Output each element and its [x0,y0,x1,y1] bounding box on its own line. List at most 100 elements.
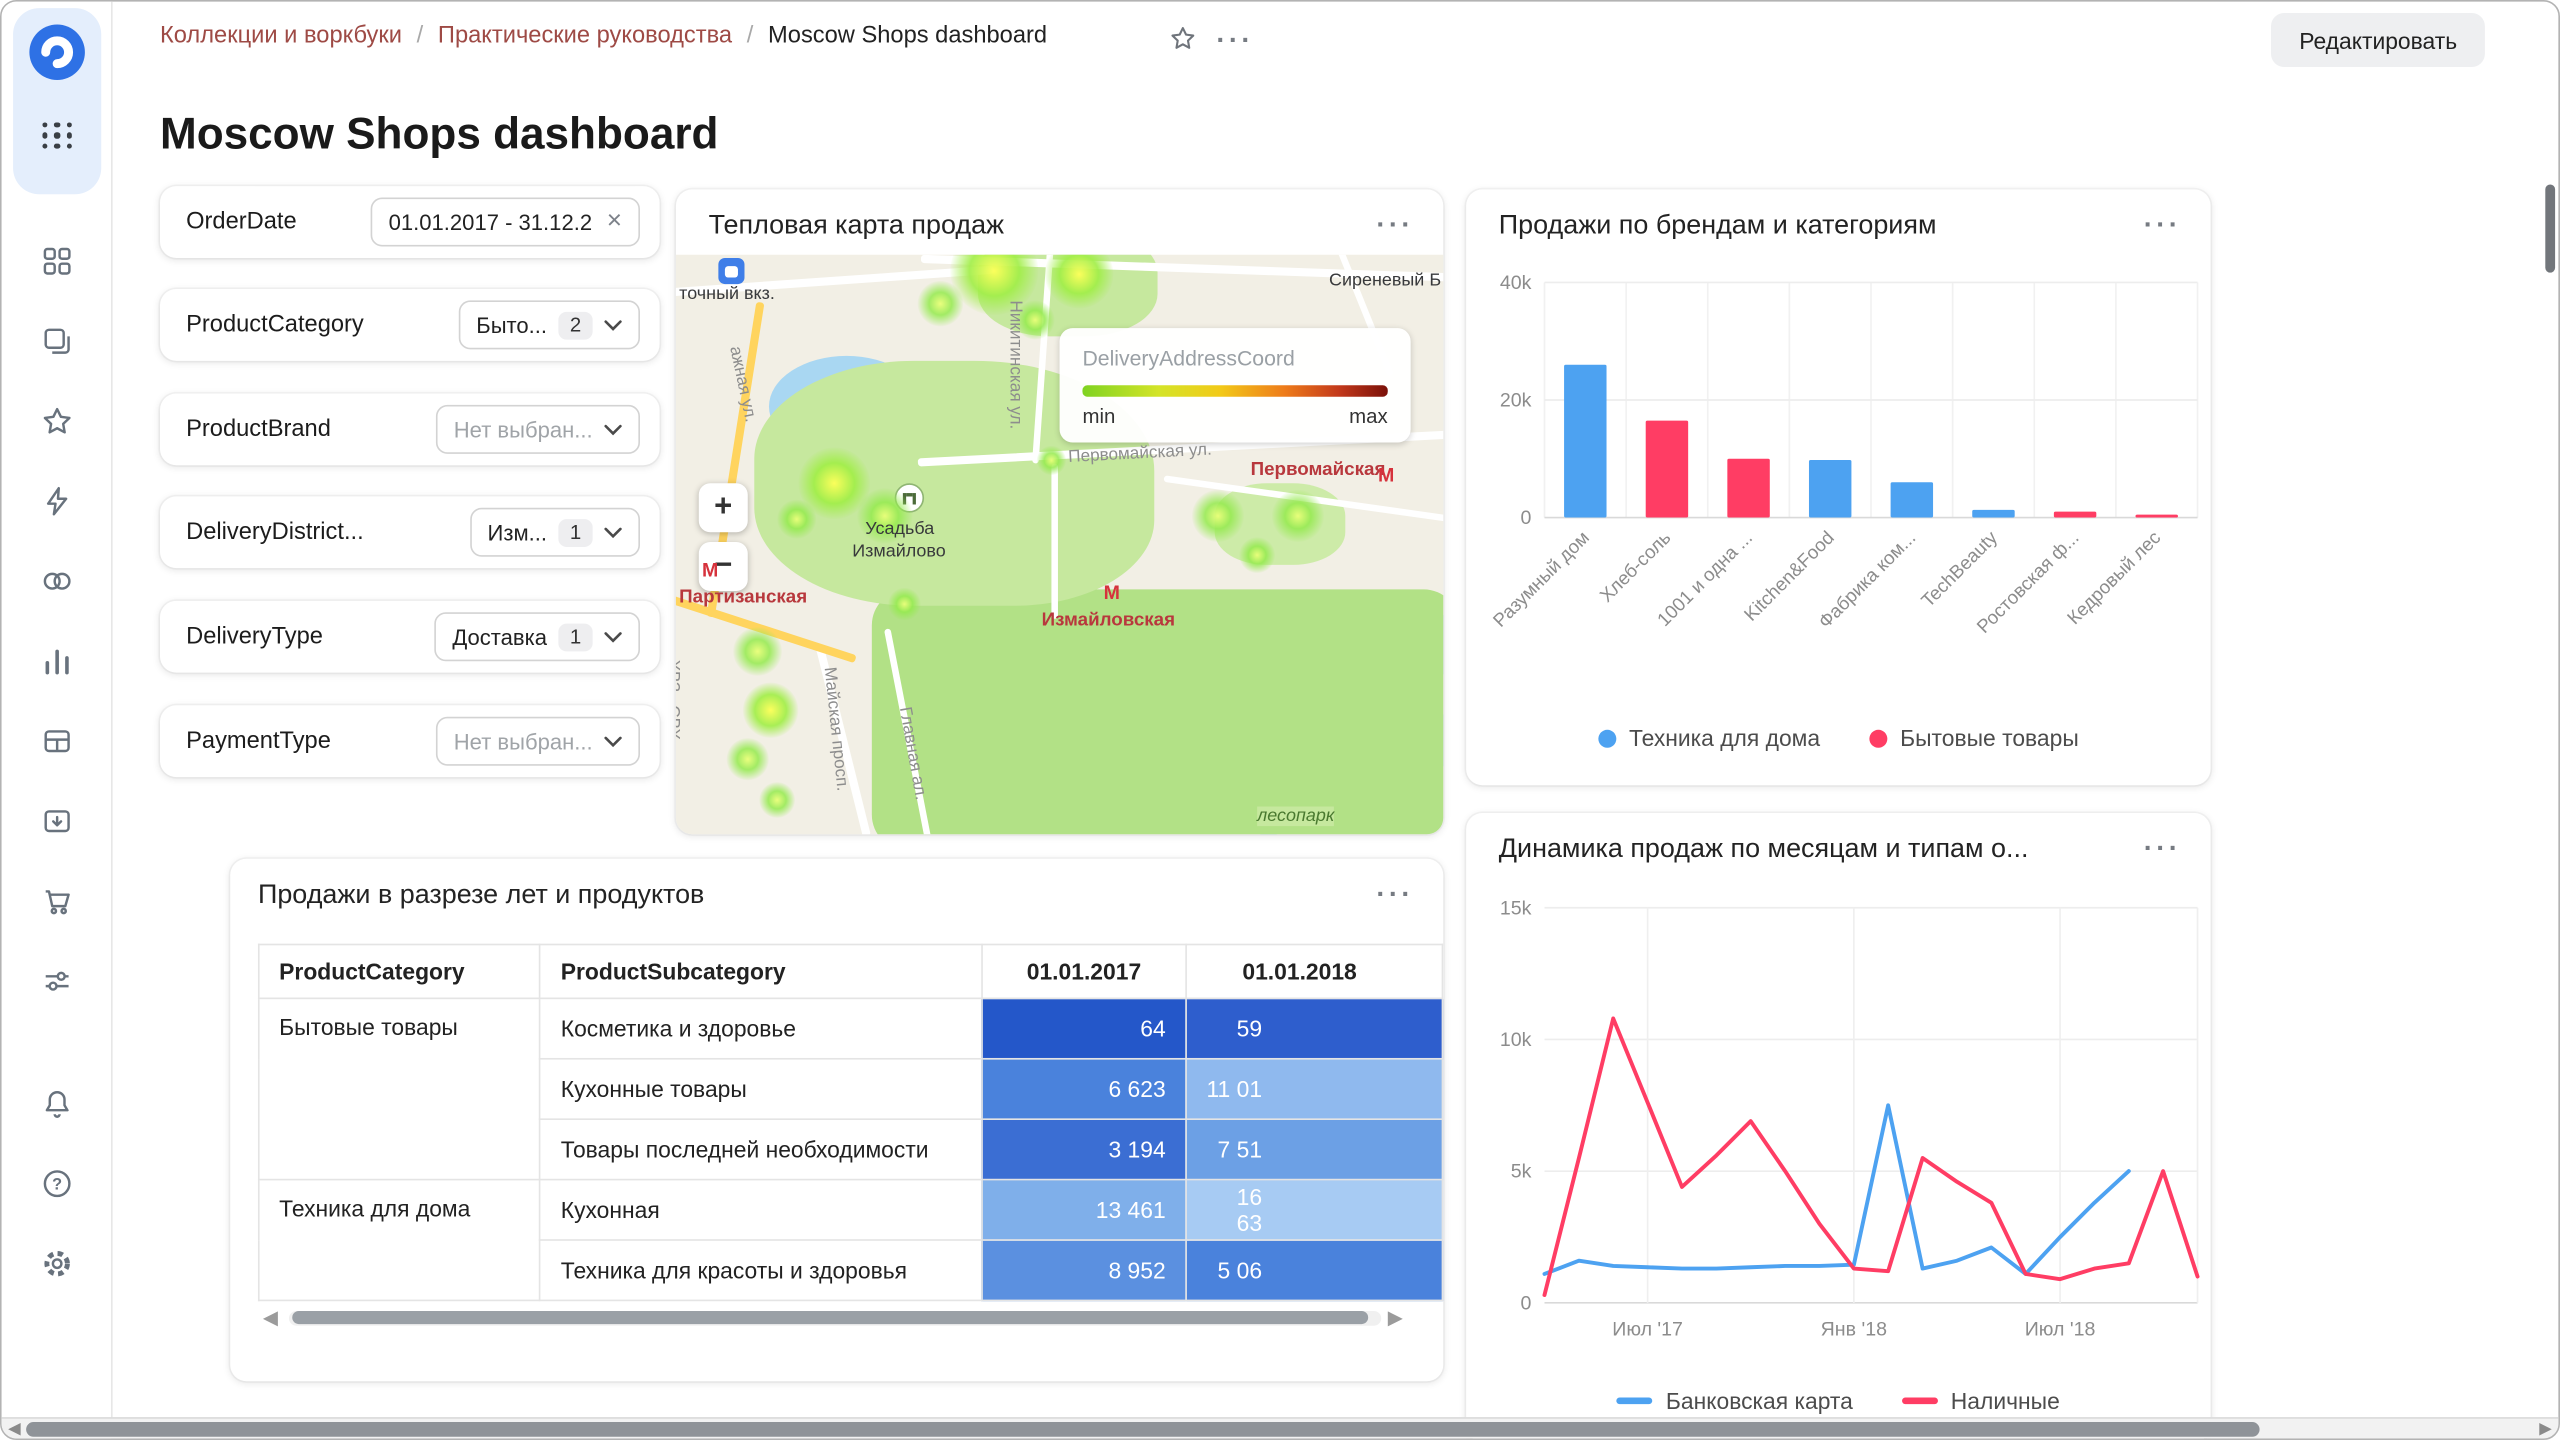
filter-control[interactable]: Нет выбран... [435,716,640,766]
table-cell-value: 64 [981,997,1187,1060]
sidebar-item-favorites[interactable] [2,392,113,457]
map-label: СВХ [675,705,683,740]
sidebar-item-quick-actions[interactable] [2,472,113,537]
clear-icon[interactable]: × [607,208,622,235]
sidebar-item-datasets[interactable] [2,552,113,617]
filter-control[interactable]: Изм... 1 [469,507,640,557]
scroll-right-icon[interactable]: ▶ [2539,1420,2552,1438]
sidebar-item-notifications[interactable] [2,1074,113,1139]
sidebar: ? [1,1,113,1439]
sidebar-item-settings[interactable] [2,1234,113,1299]
sidebar-item-marketplace[interactable] [2,872,113,937]
filter-productbrand: ProductBrand Нет выбран... [159,393,660,466]
filter-value: Нет выбран... [453,728,593,754]
table-column-header[interactable]: 01.01.2017 [981,943,1187,1000]
workbooks-icon [41,324,74,365]
map-label: Измайлово [852,542,946,562]
filter-value: Изм... [487,519,548,545]
map-canvas[interactable]: DeliveryAddressCoord min max + − точный … [675,254,1444,835]
datalens-logo-icon[interactable] [26,21,88,83]
filter-control[interactable]: Нет выбран... [435,404,640,454]
svg-text:15k: 15k [1500,897,1532,919]
legend-swatch [1597,728,1616,747]
table-column-header[interactable]: ProductSubcategory [539,943,983,1000]
legend-item[interactable]: Бытовые товары [1869,725,2079,751]
datasets-icon [41,564,74,605]
heat-spot [777,499,817,539]
svg-text:Июл '18: Июл '18 [2025,1319,2096,1341]
filter-deliverytype: DeliveryType Доставка 1 [159,600,660,673]
map-zoom-in-button[interactable]: + [698,483,748,533]
heat-spot [742,682,799,738]
sidebar-item-workbooks[interactable] [2,312,113,377]
app-window: ? Коллекции и воркбукиПрактические руков… [0,0,2560,1440]
table-scroll-thumb[interactable] [292,1311,1369,1325]
dashboards-icon [41,244,74,285]
widget-menu-icon[interactable] [1376,887,1414,903]
brand-sales-plot[interactable]: 40k20k0Разумный дом Хлеб-соль1001 и одна … [1466,189,2210,711]
table-cell-subcategory: Кухонная [539,1178,983,1241]
map-label: лесопарк [1257,806,1335,827]
widget-menu-icon[interactable] [1376,217,1414,233]
help-icon: ? [41,1167,74,1208]
legend-item[interactable]: Техника для дома [1597,725,1820,751]
legend-item[interactable]: Наличные [1901,1388,2060,1414]
scroll-left-icon[interactable]: ◀ [263,1308,283,1328]
monthly-dynamics-plot[interactable]: 15k 10k 5k 0 Июл '17 Янв '18 Июл '18 [1466,813,2210,1368]
sidebar-item-dashboards[interactable] [2,232,113,297]
sidebar-item-services[interactable] [2,952,113,1017]
filter-count-badge: 2 [558,311,593,339]
map-label: точный вкз. [679,284,775,304]
breadcrumb-item[interactable]: Коллекции и воркбуки [160,23,402,49]
heatmap-gradient-bar [1082,385,1388,397]
table-column-header[interactable]: 01.01.2018 [1185,943,1444,1000]
map-label: Первомайская [1250,460,1386,480]
bar-chart-legend: Техника для дома Бытовые товары [1466,725,2210,751]
heat-spot [1239,537,1276,574]
filter-deliverydistrict-: DeliveryDistrict... Изм... 1 [159,496,660,569]
map-label: Партизанская [679,587,808,608]
breadcrumb-more-icon[interactable] [1216,33,1254,49]
chevron-down-icon [604,423,622,435]
filter-control[interactable]: Быто... 2 [458,300,640,350]
filter-label: DeliveryType [186,623,323,650]
notifications-icon [41,1087,74,1128]
table-cell-value: 5 06 [1185,1239,1444,1302]
table-h-scrollbar[interactable]: ◀ ▶ [263,1308,1407,1328]
map-label: ХВЗ [675,659,683,693]
filter-control[interactable]: 01.01.2017 - 31.12.2 × [370,197,640,247]
filter-label: OrderDate [186,208,297,236]
sidebar-item-charts[interactable] [2,632,113,697]
heatmap-legend-max: max [1349,404,1388,428]
page-v-scrollbar[interactable] [2545,184,2556,273]
legend-item[interactable]: Банковская карта [1616,1387,1853,1414]
monthly-dynamics-widget: Динамика продаж по месяцам и типам о... … [1466,813,2211,1439]
breadcrumb-item[interactable]: Практические руководства [402,23,732,49]
filter-label: PaymentType [186,728,331,755]
svg-text:Янв '18: Янв '18 [1821,1319,1887,1341]
favorite-star-icon[interactable] [1169,24,1197,52]
legend-swatch [1901,1397,1938,1404]
filter-label: ProductBrand [186,416,331,443]
legend-label: Бытовые товары [1900,724,2079,752]
apps-grid-icon[interactable] [41,119,74,152]
page-h-scrollbar[interactable]: ◀ ▶ [1,1417,2559,1439]
sidebar-item-storage[interactable] [2,792,113,857]
table-cell-category: Бытовые товары [257,997,542,1181]
svg-text:Июл '17: Июл '17 [1612,1319,1683,1341]
chevron-down-icon [604,319,622,331]
filter-control[interactable]: Доставка 1 [434,612,640,662]
page-scroll-thumb[interactable] [26,1422,2260,1437]
filter-label: ProductCategory [186,311,364,338]
brand-sales-widget: Продажи по брендам и категориям 40k20k0Р… [1466,189,2211,786]
scroll-right-icon[interactable]: ▶ [1388,1308,1408,1328]
scroll-left-icon[interactable]: ◀ [8,1420,21,1438]
table-column-header[interactable]: ProductCategory [257,943,542,1000]
legend-label: Банковская карта [1665,1387,1853,1414]
sidebar-item-tables[interactable] [2,712,113,777]
heat-spot [733,626,783,676]
filter-value: 01.01.2017 - 31.12.2 [388,209,593,235]
edit-button[interactable]: Редактировать [2271,13,2485,67]
sidebar-item-help[interactable]: ? [2,1154,113,1219]
map-label: Измайловская [1041,610,1176,631]
